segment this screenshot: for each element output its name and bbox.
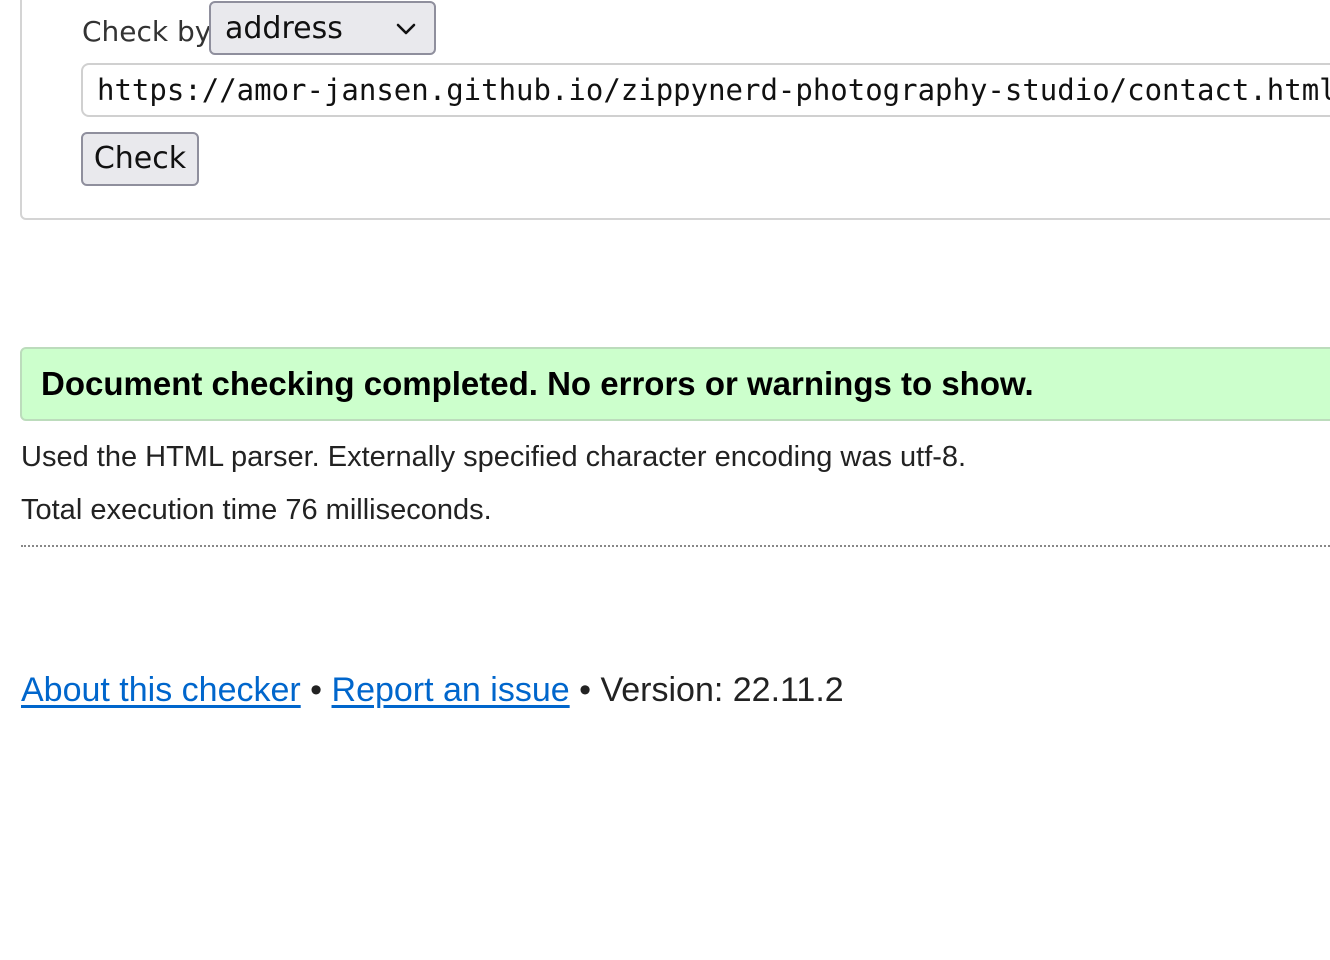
report-issue-link[interactable]: Report an issue [332, 671, 570, 709]
footer: About this checker • Report an issue • V… [21, 671, 844, 710]
version-text: Version: 22.11.2 [600, 671, 844, 709]
chevron-down-icon [396, 23, 416, 35]
check-button[interactable]: Check [81, 132, 199, 186]
status-success-message: Document checking completed. No errors o… [20, 347, 1330, 421]
check-by-selected-value: address [225, 10, 343, 46]
divider [21, 545, 1330, 547]
execution-time-text: Total execution time 76 milliseconds. [21, 494, 492, 526]
check-by-label: Check by [82, 15, 212, 48]
parser-info-text: Used the HTML parser. Externally specifi… [21, 441, 967, 473]
footer-separator: • [310, 671, 323, 709]
about-checker-link[interactable]: About this checker [21, 671, 301, 709]
footer-separator: • [579, 671, 592, 709]
validator-page: Check by address https://amor-jansen.git… [0, 0, 1330, 960]
check-by-select[interactable]: address [209, 1, 436, 55]
url-input[interactable]: https://amor-jansen.github.io/zippynerd-… [81, 63, 1330, 117]
